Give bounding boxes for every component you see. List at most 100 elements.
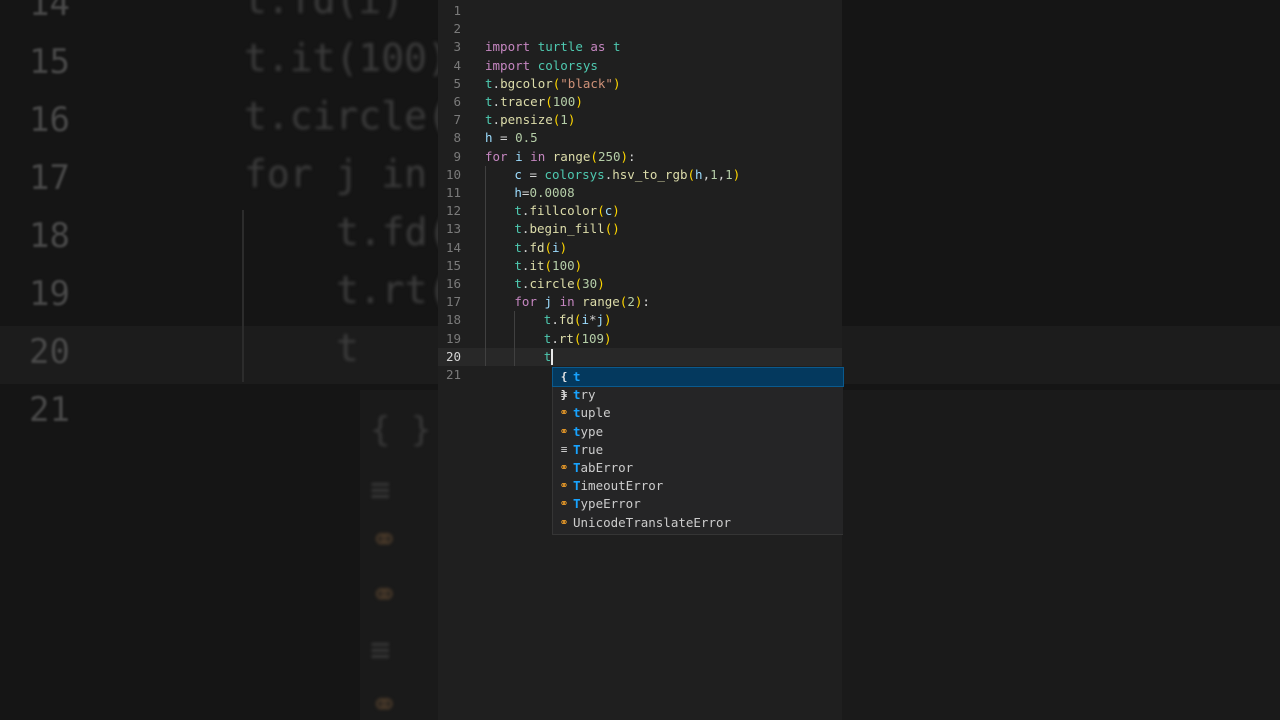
class-icon: ⚭: [559, 461, 569, 474]
code-token: .: [551, 312, 559, 328]
code-token: as: [590, 39, 606, 55]
code-token: bgcolor: [500, 75, 553, 91]
code-line[interactable]: 1: [438, 2, 842, 20]
code-token: range: [552, 148, 591, 164]
indent-guide: [485, 202, 486, 221]
line-number: 7: [453, 112, 461, 128]
code-token: t: [514, 257, 522, 273]
class-icon: ⚭: [559, 497, 569, 511]
code-line[interactable]: 2: [438, 20, 842, 38]
line-number: 6: [453, 94, 461, 109]
background-line-code: t: [336, 326, 359, 370]
background-line-code: t.rt(: [336, 268, 451, 312]
suggest-item[interactable]: ⚭ TimeoutError: [553, 477, 843, 495]
suggest-item[interactable]: ≡ try: [553, 386, 843, 404]
code-editor[interactable]: 1 2 3 import turtle as t 4 import colorsys 5 t.…: [438, 0, 842, 720]
indent-guide: [514, 329, 516, 348]
keyword-icon: ≡: [560, 442, 568, 456]
indent-guide: [485, 293, 486, 312]
code-token: fd: [529, 239, 545, 255]
line-code: h=0.0008: [514, 184, 574, 202]
code-line[interactable]: 19 t.rt(109): [438, 329, 842, 348]
background-line-number: 16: [29, 100, 70, 140]
code-line[interactable]: 20 t: [438, 347, 842, 366]
code-line[interactable]: 16 t.circle(30): [438, 275, 842, 294]
code-token: it: [529, 257, 545, 273]
code-token: ): [574, 257, 583, 273]
code-line[interactable]: 9 for i in range(250):: [438, 148, 842, 166]
code-token: (: [544, 239, 553, 255]
code-line[interactable]: 11 h=0.0008: [438, 184, 842, 203]
code-line[interactable]: 14 t.fd(i): [438, 238, 842, 257]
suggest-item-label: TypeError: [573, 496, 641, 512]
code-line[interactable]: 18 t.fd(i*j): [438, 311, 842, 330]
line-number: 13: [445, 221, 461, 237]
line-number: 9: [453, 148, 461, 164]
code-token: t: [485, 94, 493, 109]
text-cursor: [551, 348, 553, 365]
code-token: 100: [552, 94, 576, 109]
suggest-item-label: TabError: [573, 460, 634, 475]
code-line[interactable]: 5 t.bgcolor("black"): [438, 75, 842, 93]
indent-guide: [485, 311, 486, 330]
line-number: 5: [453, 75, 461, 91]
line-code: t.begin_fill(): [514, 220, 619, 238]
suggest-item[interactable]: ⚭ TabError: [553, 459, 843, 477]
code-token: (: [687, 166, 696, 182]
code-token: (: [545, 94, 553, 109]
class-icon: ⚭: [559, 424, 569, 438]
suggest-item[interactable]: ≡ True: [553, 441, 843, 459]
suggest-item[interactable]: { } t: [552, 367, 844, 401]
code-token: ,: [702, 166, 711, 182]
background-line-code: t.fd(i): [244, 0, 405, 22]
code-line[interactable]: 7 t.pensize(1): [438, 111, 842, 129]
line-code: import turtle as t: [485, 38, 621, 56]
code-token: import: [485, 57, 531, 73]
suggest-item[interactable]: ⚭ UnicodeTranslateError: [553, 514, 843, 532]
code-line[interactable]: 12 t.fillcolor(c): [438, 202, 842, 221]
code-line[interactable]: 4 import colorsys: [438, 57, 842, 75]
code-line[interactable]: 6 t.tracer(100): [438, 93, 842, 111]
line-number: 3: [453, 39, 461, 55]
suggest-item[interactable]: ⚭ tuple: [553, 404, 843, 422]
code-token: 109: [581, 330, 605, 346]
line-number: 17: [445, 294, 461, 310]
code-line[interactable]: 10 c = colorsys.hsv_to_rgb(h,1,1): [438, 165, 842, 184]
code-token: in: [530, 148, 546, 164]
indent-guide: [514, 311, 516, 330]
line-code: t.tracer(100): [485, 93, 583, 111]
line-number: 4: [453, 57, 461, 73]
autocomplete-suggest-widget[interactable]: { } t ≡ try ⚭ tuple ⚭ type ≡ True ⚭ TabError ⚭ Timeou…: [552, 367, 844, 535]
code-line[interactable]: 13 t.begin_fill(): [438, 220, 842, 239]
code-token: h: [695, 166, 703, 182]
code-line[interactable]: 17 for j in range(2):: [438, 293, 842, 312]
indent-guide: [485, 275, 486, 294]
code-token: ): [567, 112, 576, 128]
background-line-number: 19: [29, 274, 70, 314]
code-line[interactable]: 8 h = 0.5: [438, 129, 842, 147]
code-token: ): [559, 239, 568, 255]
code-token: i: [552, 239, 560, 255]
code-token: t: [514, 221, 522, 237]
background-suggest-icon: ⚭: [370, 575, 399, 615]
code-token: (: [590, 148, 598, 164]
code-token: (: [544, 257, 553, 273]
suggest-item[interactable]: ⚭ type: [553, 423, 843, 441]
line-number: 2: [453, 21, 461, 37]
code-line[interactable]: 3 import turtle as t: [438, 38, 842, 56]
code-token: t: [485, 112, 493, 128]
code-token: t: [514, 276, 522, 291]
code-token: for: [514, 294, 537, 310]
code-token: j: [596, 312, 605, 328]
code-token: i: [515, 148, 523, 164]
background-suggest-icon: { }: [370, 410, 432, 450]
variable-icon: { }: [560, 370, 568, 401]
code-token: h: [514, 185, 522, 200]
code-token: =: [492, 130, 516, 146]
suggest-item[interactable]: ⚭ TypeError: [553, 495, 843, 513]
code-token: =: [521, 166, 545, 182]
code-line[interactable]: 15 t.it(100): [438, 256, 842, 275]
